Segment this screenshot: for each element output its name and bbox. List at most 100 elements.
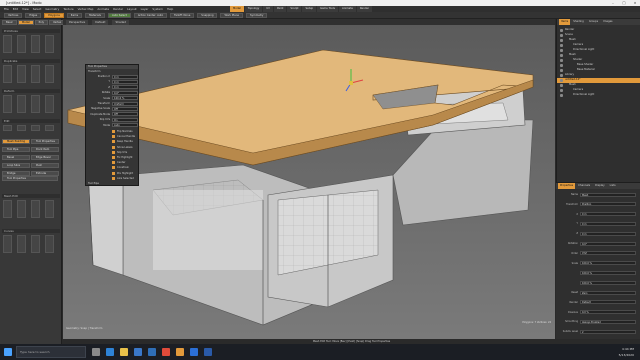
- tool-prop-field[interactable]: 0 m: [112, 74, 138, 79]
- visibility-eye-icon[interactable]: [560, 54, 563, 57]
- visibility-eye-icon[interactable]: [560, 89, 563, 92]
- items-tab-groups[interactable]: Groups: [587, 19, 600, 25]
- item-row[interactable]: Base Material: [557, 68, 640, 73]
- checkbox-icon[interactable]: [112, 135, 115, 139]
- property-field[interactable]: 100.0 %: [580, 270, 636, 275]
- tool-button-6[interactable]: Loop Slice: [2, 163, 30, 168]
- tool-icon[interactable]: [3, 200, 12, 218]
- checkbox-icon[interactable]: [112, 166, 115, 170]
- checkbox-icon[interactable]: [112, 161, 115, 165]
- items-tab-shading[interactable]: Shading: [571, 19, 586, 25]
- toolbar-action-0[interactable]: Auto Select: [107, 12, 131, 18]
- checkbox-icon[interactable]: [112, 176, 115, 180]
- tool-button-2[interactable]: Tool Pipe: [2, 147, 30, 152]
- properties-tab-lists[interactable]: Lists: [608, 183, 618, 189]
- properties-tab-display[interactable]: Display: [593, 183, 607, 189]
- visibility-eye-icon[interactable]: [560, 49, 563, 52]
- item-row[interactable]: Scene: [557, 33, 640, 38]
- tool-icon[interactable]: [3, 95, 12, 113]
- tool-icon[interactable]: [3, 125, 12, 131]
- modo-icon[interactable]: [176, 348, 184, 356]
- tool-prop-check-row[interactable]: Axis Selected: [88, 176, 138, 181]
- tool-icon[interactable]: [31, 65, 40, 83]
- tool-icon[interactable]: [31, 125, 40, 131]
- visibility-eye-icon[interactable]: [560, 29, 563, 32]
- visibility-eye-icon[interactable]: [560, 39, 563, 42]
- item-row[interactable]: Directional Light: [557, 48, 640, 53]
- tool-icon[interactable]: [17, 35, 26, 53]
- toolbar-action-5[interactable]: Symmetry: [246, 12, 268, 18]
- tool-icon[interactable]: [3, 65, 12, 83]
- visibility-eye-icon[interactable]: [560, 74, 563, 77]
- properties-tab-properties[interactable]: Properties: [558, 183, 576, 189]
- item-row[interactable]: Mesh: [557, 53, 640, 58]
- property-field[interactable]: Position: [580, 202, 636, 207]
- toolbar-action-4[interactable]: Work Plane: [220, 12, 243, 18]
- menu-render[interactable]: Render: [113, 7, 123, 11]
- task-view-icon[interactable]: [92, 348, 100, 356]
- mode-button-polygons[interactable]: Polygons: [44, 12, 64, 18]
- tool-icon[interactable]: [31, 95, 40, 113]
- tool-icon[interactable]: [31, 35, 40, 53]
- property-field[interactable]: 100.0 %: [580, 261, 636, 266]
- visibility-eye-icon[interactable]: [560, 79, 563, 82]
- photoshop-icon[interactable]: [190, 348, 198, 356]
- tool-icon[interactable]: [31, 200, 40, 218]
- visibility-eye-icon[interactable]: [560, 69, 563, 72]
- tool-icon[interactable]: [45, 65, 54, 83]
- item-row[interactable]: untitled-12*: [557, 78, 640, 83]
- toolbar-action-3[interactable]: Snapping: [197, 12, 218, 18]
- viewport-tab-default[interactable]: Default: [92, 19, 109, 25]
- items-tab-images[interactable]: Images: [601, 19, 614, 25]
- property-field[interactable]: 0 m: [580, 221, 636, 226]
- menu-layout[interactable]: Layout: [127, 7, 137, 11]
- tool-prop-field[interactable]: Off: [112, 106, 138, 111]
- tool-icon[interactable]: [45, 235, 54, 253]
- tool-properties-footer[interactable]: Tool Pipe: [88, 182, 99, 185]
- tool-icon[interactable]: [3, 235, 12, 253]
- property-field[interactable]: Default: [580, 300, 636, 305]
- property-field[interactable]: Mesh: [580, 192, 636, 197]
- items-tab-items[interactable]: Items: [559, 19, 571, 25]
- tool-prop-field[interactable]: 0 m: [112, 85, 138, 90]
- property-field[interactable]: 2: [580, 329, 636, 334]
- mode-button-vertices[interactable]: Vertices: [4, 12, 23, 18]
- tool-icon[interactable]: [3, 35, 12, 53]
- word-icon[interactable]: [204, 348, 212, 356]
- property-field[interactable]: XYZ: [580, 251, 636, 256]
- menu-texture[interactable]: Texture: [63, 7, 73, 11]
- tool-icon[interactable]: [45, 200, 54, 218]
- menu-layer[interactable]: Layer: [141, 7, 149, 11]
- checkbox-icon[interactable]: [112, 130, 115, 133]
- tool-tab-model[interactable]: Model: [17, 20, 34, 25]
- viewport-tab-perspective[interactable]: Perspective: [66, 19, 89, 25]
- item-row[interactable]: Camera: [557, 43, 640, 48]
- property-field[interactable]: Always Enabled: [580, 319, 636, 324]
- tool-tab-poly[interactable]: Poly: [34, 20, 48, 25]
- item-row[interactable]: Base Shader: [557, 63, 640, 68]
- item-row[interactable]: Camera: [557, 88, 640, 93]
- item-row[interactable]: Mesh: [557, 38, 640, 43]
- edge-icon[interactable]: [106, 348, 114, 356]
- checkbox-icon[interactable]: [112, 145, 115, 149]
- tool-properties-popup[interactable]: Tool Properties Transform Position X0 mY0…: [85, 64, 139, 186]
- tool-section-curves[interactable]: Curves: [2, 229, 60, 233]
- property-field[interactable]: 100.0 %: [580, 280, 636, 285]
- visibility-eye-icon[interactable]: [560, 34, 563, 37]
- mail-icon[interactable]: [148, 348, 156, 356]
- menu-geometry[interactable]: Geometry: [45, 7, 59, 11]
- tool-prop-field[interactable]: Auto: [112, 123, 138, 128]
- visibility-eye-icon[interactable]: [560, 59, 563, 62]
- tool-button-3[interactable]: Dock Item: [31, 147, 59, 152]
- item-row[interactable]: Render: [557, 28, 640, 33]
- item-row[interactable]: Directional Light: [557, 93, 640, 98]
- tool-section-deform[interactable]: Deform: [2, 89, 60, 93]
- property-field[interactable]: 0 m: [580, 212, 636, 217]
- visibility-eye-icon[interactable]: [560, 94, 563, 97]
- mode-button-edges[interactable]: Edges: [25, 12, 42, 18]
- tool-section-mesh-edit[interactable]: Mesh Edit: [2, 194, 60, 198]
- tool-icon[interactable]: [17, 200, 26, 218]
- store-icon[interactable]: [134, 348, 142, 356]
- menu-help[interactable]: Help: [167, 7, 173, 11]
- property-field[interactable]: Zero: [580, 290, 636, 295]
